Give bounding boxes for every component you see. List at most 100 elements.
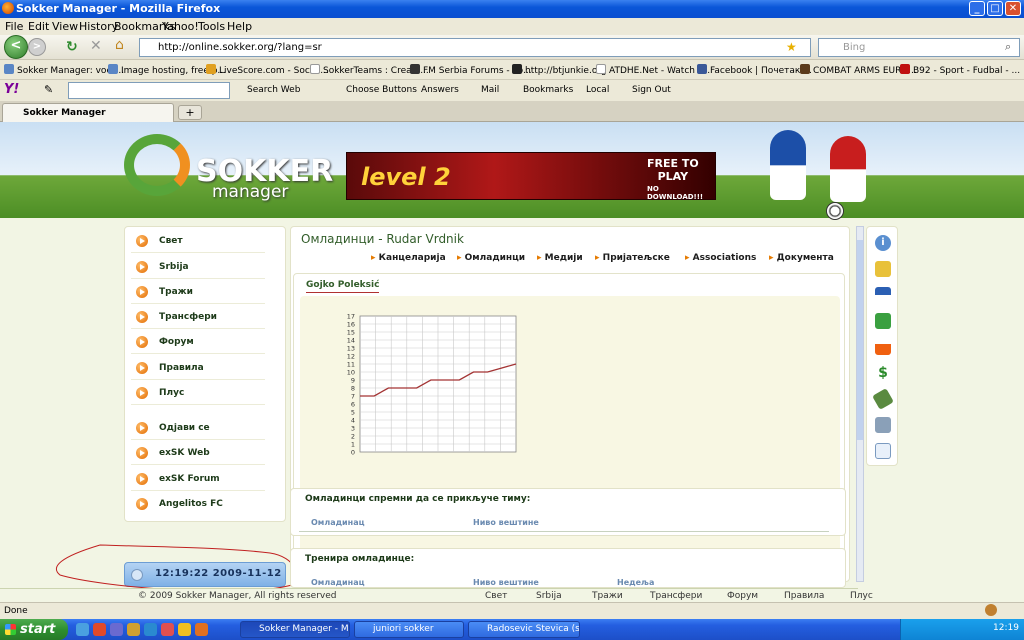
start-button[interactable]: start [0,619,68,640]
left-menu-item[interactable]: Свет [131,229,265,253]
yahoo-local[interactable]: Local [586,85,609,95]
subnav-youth[interactable]: Омладинци [457,253,525,263]
pitch-icon[interactable] [875,313,891,329]
ad-free-text: FREE TO PLAY [647,157,699,183]
quicklaunch-icon[interactable] [110,623,123,636]
chart-y-tick-label: 8 [351,385,355,393]
quicklaunch-icon[interactable] [144,623,157,636]
chart-y-tick-label: 1 [351,441,355,449]
footer-link[interactable]: Тражи [592,591,623,601]
left-menu-item[interactable]: exSK Forum [131,467,265,491]
quicklaunch-icon[interactable] [76,623,89,636]
yahoo-choose-buttons[interactable]: Choose Buttons [346,85,417,95]
ad-banner[interactable]: level 2 FREE TO PLAY NO DOWNLOAD!!! [346,152,716,201]
left-menu-item[interactable]: Правила [131,356,265,380]
pencil-icon[interactable]: ✎ [44,83,53,96]
arrow-icon [136,235,148,247]
menu-view[interactable]: View [52,20,78,33]
left-menu-item[interactable]: Форум [131,330,265,354]
yahoo-answers[interactable]: Answers [421,85,459,95]
menu-help[interactable]: Help [227,20,252,33]
bookmark-item[interactable]: B92 - Sport - Fudbal - ... [900,64,1020,76]
maximize-button[interactable]: □ [987,1,1003,16]
yahoo-sign-out[interactable]: Sign Out [632,85,671,95]
shield-icon[interactable] [875,261,891,277]
tab-sokker-manager[interactable]: Sokker Manager [2,103,174,122]
reload-icon[interactable]: ↻ [66,39,78,55]
quicklaunch-icon[interactable] [161,623,174,636]
yahoo-logo[interactable]: Y! [4,82,19,97]
menu-tools[interactable]: Tools [198,20,225,33]
quicklaunch-icon[interactable] [93,623,106,636]
ticket-icon[interactable] [872,388,894,410]
left-menu-item[interactable]: Angelitos FC [131,492,265,516]
ad-nodownload-text: NO DOWNLOAD!!! [647,185,704,201]
task-sokker-manager[interactable]: Sokker Manager - Mo... [240,621,350,638]
quicklaunch-icon[interactable] [195,623,208,636]
footer-link[interactable]: Свет [485,591,507,601]
search-input[interactable]: Bing [818,38,1020,57]
window-titlebar[interactable]: Sokker Manager - Mozilla Firefox _ □ ✕ [0,0,1024,18]
subnav-media[interactable]: Медији [537,253,583,263]
tray-clock[interactable]: 12:19 [993,623,1019,633]
taskbar: start Sokker Manager - Mo... juniori sok… [0,619,1024,640]
chart-y-tick-label: 15 [347,329,355,337]
cone-icon[interactable] [875,339,891,355]
minimize-button[interactable]: _ [969,1,985,16]
bookmark-item[interactable]: Facebook | Почетак ... [697,64,812,76]
footer-link[interactable]: Плус [850,591,873,601]
back-button[interactable]: < [4,35,28,59]
yahoo-search-web[interactable]: Search Web [247,85,300,95]
left-menu-item[interactable]: Одјави се [131,416,265,440]
subnav-documents[interactable]: Документа [769,253,834,263]
search-icon[interactable]: ⌕ [1005,40,1011,54]
task-juniori-sokker[interactable]: juniori sokker [354,621,464,638]
training-juniors-title: Тренира омладинце: [305,554,415,564]
url-input[interactable]: http://online.sokker.org/?lang=sr [139,38,811,57]
quicklaunch-icon[interactable] [178,623,191,636]
yahoo-mail[interactable]: Mail [481,85,499,95]
subnav-office[interactable]: Канцеларија [371,253,446,263]
menu-yahoo[interactable]: Yahoo! [162,20,199,33]
bookmark-item[interactable]: Sokker Manager: voet... [4,64,124,76]
subnav-friendlies[interactable]: Пријатељске [595,253,670,263]
left-menu-item[interactable]: Плус [131,381,265,405]
yahoo-search-input[interactable] [68,82,230,99]
left-menu-item[interactable]: exSK Web [131,441,265,465]
new-tab-button[interactable]: + [178,105,202,120]
mail-icon[interactable] [875,443,891,459]
bookmark-item[interactable]: ATDHE.Net - Watch F... [596,64,710,76]
bookmark-item[interactable]: http://btjunkie.org [512,64,607,76]
footer-link[interactable]: Правила [784,591,824,601]
quicklaunch-icon[interactable] [127,623,140,636]
footer-link[interactable]: Srbija [536,591,562,601]
dollar-icon[interactable]: $ [875,365,891,381]
info-icon[interactable]: i [875,235,891,251]
page-content: SOKKER manager level 2 FREE TO PLAY NO D… [0,122,1024,602]
home-icon[interactable]: ⌂ [115,37,124,53]
left-menu-item[interactable]: Тражи [131,280,265,304]
footer-link[interactable]: Форум [727,591,758,601]
subnav-associations[interactable]: Associations [685,253,757,263]
yahoo-toolbar: Y! ✎ Search Web Choose Buttons Answers M… [0,80,1024,101]
stop-icon[interactable]: ✕ [90,38,102,54]
menu-edit[interactable]: Edit [28,20,49,33]
ad-level-text: level 2 [361,163,451,191]
menu-history[interactable]: History [79,20,118,33]
training-juniors-box: Тренира омладинце: Омладинац Ниво вештин… [290,548,846,588]
forward-button[interactable]: > [28,38,46,56]
left-menu-item[interactable]: Srbija [131,255,265,279]
bookmark-star-icon[interactable]: ★ [786,40,797,54]
player-name[interactable]: Gojko Poleksić [306,280,380,293]
addon-icon[interactable] [985,604,997,616]
archive-icon[interactable] [875,417,891,433]
arrow-icon [136,362,148,374]
scrollbar-thumb[interactable] [857,240,863,440]
player-icon[interactable] [875,287,891,303]
task-radosevic[interactable]: Radosevic Stevica (st... [468,621,580,638]
left-menu-item[interactable]: Трансфери [131,305,265,329]
yahoo-bookmarks[interactable]: Bookmarks [523,85,573,95]
close-button[interactable]: ✕ [1005,1,1021,16]
menu-file[interactable]: File [5,20,23,33]
footer-link[interactable]: Трансфери [650,591,702,601]
